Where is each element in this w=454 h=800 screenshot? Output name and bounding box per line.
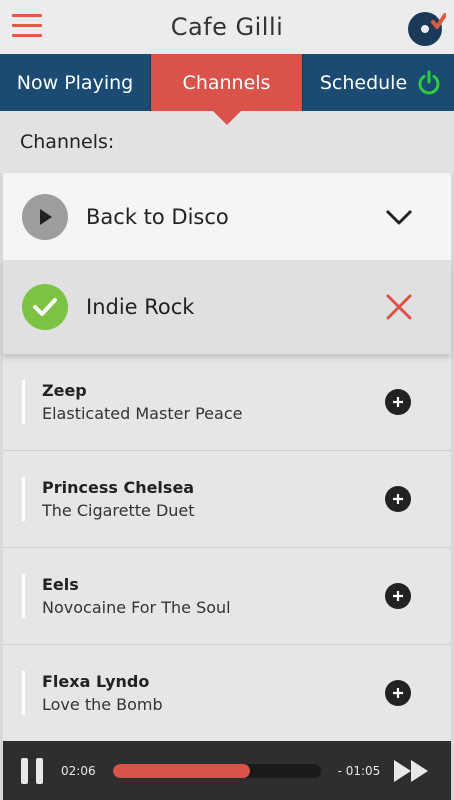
remaining-time: - 01:05: [337, 763, 381, 778]
chevron-down-icon[interactable]: [379, 197, 419, 237]
add-icon[interactable]: [385, 583, 411, 609]
track-artist: Zeep: [42, 381, 87, 400]
play-icon[interactable]: [22, 193, 68, 240]
progress-fill: [112, 763, 250, 778]
channel-name: Indie Rock: [86, 295, 195, 319]
player-bar: 02:06 - 01:05: [3, 741, 451, 800]
list-item: Eels Novocaine For The Soul: [3, 548, 451, 645]
track-artist: Princess Chelsea: [42, 478, 195, 497]
elapsed-time: 02:06: [61, 763, 96, 778]
vinyl-heart-logo: [408, 12, 446, 46]
list-item: Zeep Elasticated Master Peace: [3, 354, 451, 451]
divider: [22, 380, 25, 424]
add-icon[interactable]: [385, 680, 411, 706]
channel-indie-rock[interactable]: Indie Rock: [3, 260, 451, 354]
channel-name: Back to Disco: [86, 204, 229, 229]
divider: [22, 574, 25, 618]
track-artist: Eels: [42, 575, 79, 594]
tab-schedule[interactable]: Schedule: [302, 54, 454, 111]
tab-label: Now Playing: [16, 71, 134, 94]
track-title: The Cigarette Duet: [42, 501, 195, 520]
track-title: Novocaine For The Soul: [42, 598, 231, 617]
add-icon[interactable]: [385, 389, 411, 415]
track-title: Elasticated Master Peace: [42, 404, 243, 423]
tab-channels[interactable]: Channels: [151, 54, 302, 125]
list-item: Flexa Lyndo Love the Bomb: [3, 645, 451, 742]
progress-bar[interactable]: [112, 763, 321, 778]
channel-back-to-disco[interactable]: Back to Disco: [3, 173, 451, 260]
check-icon: [22, 284, 68, 330]
add-icon[interactable]: [385, 486, 411, 512]
pause-icon[interactable]: [21, 757, 43, 784]
tab-label: Schedule: [319, 71, 408, 94]
tab-label: Channels: [182, 71, 271, 94]
divider: [22, 671, 25, 715]
hamburger-icon[interactable]: [12, 14, 42, 38]
fast-forward-icon[interactable]: [392, 758, 432, 784]
track-title: Love the Bomb: [42, 695, 163, 714]
top-bar: Cafe Gilli: [0, 0, 454, 54]
track-list: Zeep Elasticated Master Peace Princess C…: [3, 354, 451, 742]
tab-now-playing[interactable]: Now Playing: [0, 54, 151, 111]
tab-bar: Now Playing Channels Schedule: [0, 54, 454, 125]
app-title: Cafe Gilli: [170, 13, 284, 41]
close-icon[interactable]: [379, 287, 419, 327]
list-item: Princess Chelsea The Cigarette Duet: [3, 451, 451, 548]
track-artist: Flexa Lyndo: [42, 672, 150, 691]
power-icon[interactable]: [416, 70, 442, 96]
divider: [22, 477, 25, 521]
